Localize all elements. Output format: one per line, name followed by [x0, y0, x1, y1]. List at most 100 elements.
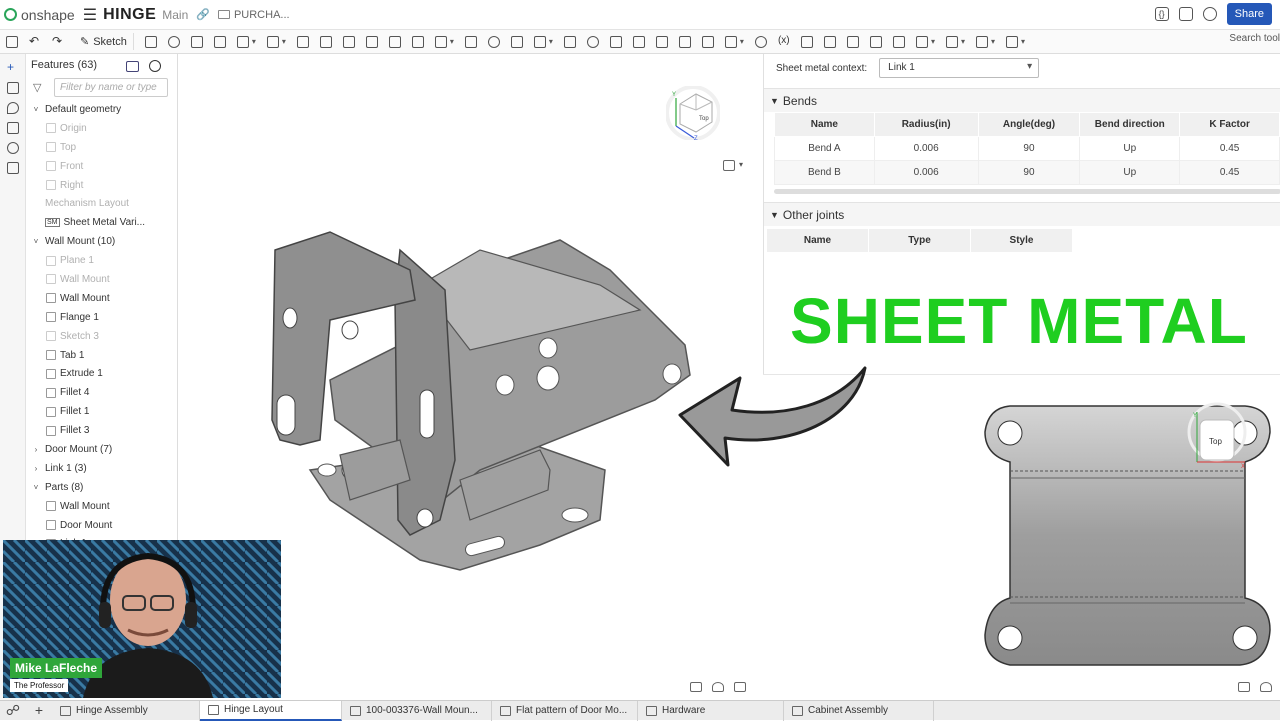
chamfer-icon[interactable]	[296, 35, 309, 48]
other-joints-section-header[interactable]: ▼ Other joints	[764, 202, 1280, 226]
feature-tree-item[interactable]: Wall Mount	[26, 289, 177, 308]
sweep-icon[interactable]	[190, 35, 203, 48]
render-mode-icon[interactable]	[1260, 682, 1272, 692]
undo-icon[interactable]: ↶	[29, 35, 41, 48]
share-button[interactable]: Share	[1226, 3, 1272, 25]
view-options-icon[interactable]	[723, 160, 735, 171]
feature-tree-item[interactable]: › Door Mount (7)	[26, 440, 177, 459]
feature-tree-item[interactable]: Wall Mount	[26, 497, 177, 516]
folder-label[interactable]: PURCHA...	[234, 9, 290, 21]
revolve-icon[interactable]	[167, 35, 180, 48]
filter-icon[interactable]: ▽	[33, 81, 48, 94]
extrude-icon[interactable]	[144, 35, 157, 48]
sheet-metal-context-select[interactable]: Link 1	[879, 58, 1040, 78]
flange-icon[interactable]	[846, 35, 859, 48]
feature-tree-item[interactable]: Tab 1	[26, 346, 177, 365]
flat-pattern-view[interactable]: Top Y X	[980, 400, 1280, 680]
joints-column-header[interactable]: Style	[970, 228, 1073, 253]
section-view-icon[interactable]	[1238, 682, 1250, 692]
document-tab[interactable]: Hinge Layout	[200, 700, 342, 721]
tab-icon[interactable]	[869, 35, 882, 48]
bends-column-header[interactable]: Bend direction	[1079, 112, 1181, 137]
chevron-down-icon[interactable]: ˅	[31, 105, 41, 114]
modify-fillet-icon[interactable]	[586, 35, 599, 48]
document-tab[interactable]: Cabinet Assembly	[784, 700, 934, 721]
globe-icon[interactable]	[1202, 7, 1217, 21]
document-tab[interactable]: 100-003376-Wall Moun...	[342, 700, 492, 721]
bend-cell[interactable]: 90	[977, 136, 1081, 161]
bend-cell[interactable]: 90	[977, 160, 1081, 185]
bends-column-header[interactable]: Name	[774, 112, 875, 137]
flat-pattern-icon[interactable]	[945, 35, 958, 48]
transform-icon[interactable]	[533, 35, 546, 48]
cylinder-icon[interactable]	[411, 35, 424, 48]
document-tab[interactable]: Hardware	[638, 700, 784, 721]
feature-tree-item[interactable]: SM Sheet Metal Vari...	[26, 213, 177, 232]
chevron-down-icon[interactable]: ▾	[1021, 37, 1025, 46]
add-feature-icon[interactable]: +	[7, 61, 19, 74]
chevron-down-icon[interactable]: ˅	[31, 483, 41, 492]
bend-cell[interactable]: 0.45	[1179, 136, 1280, 161]
corner-icon[interactable]	[892, 35, 905, 48]
bend-cell[interactable]: Bend B	[774, 160, 875, 185]
filter-input[interactable]: Filter by name or type	[54, 77, 168, 97]
sheet-metal-model-icon[interactable]	[823, 35, 836, 48]
feature-tree-item[interactable]: Wall Mount	[26, 270, 177, 289]
mate-connector-icon[interactable]	[701, 35, 714, 48]
pattern-icon[interactable]	[434, 35, 447, 48]
menu-icon[interactable]: ☰	[83, 5, 97, 25]
bends-section-header[interactable]: ▼ Bends	[764, 88, 1280, 112]
thicken-icon[interactable]	[236, 35, 249, 48]
feature-tree-item[interactable]: Plane 1	[26, 251, 177, 270]
derived-icon[interactable]	[800, 35, 813, 48]
section-view-icon[interactable]	[690, 682, 702, 692]
bend-cell[interactable]: Bend A	[774, 136, 875, 161]
bend-cell[interactable]: 0.006	[873, 160, 979, 185]
feature-tree-item[interactable]: Flange 1	[26, 308, 177, 327]
link-icon[interactable]: 🔗	[196, 8, 210, 21]
helix-icon[interactable]	[724, 35, 737, 48]
bends-column-header[interactable]: K Factor	[1179, 112, 1280, 137]
bends-column-header[interactable]: Angle(deg)	[977, 112, 1081, 137]
chevron-down-icon[interactable]: ▾	[739, 160, 743, 169]
view-cube[interactable]: Top Y Z	[666, 86, 720, 140]
redo-icon[interactable]: ↷	[52, 35, 64, 48]
chevron-down-icon[interactable]: ▾	[549, 37, 553, 46]
table-scrollbar[interactable]	[774, 189, 1280, 194]
offset-surface-icon[interactable]	[655, 35, 668, 48]
render-mode-icon[interactable]	[712, 682, 724, 692]
feature-tree-item[interactable]: ˅ Wall Mount (10)	[26, 232, 177, 251]
bend-cell[interactable]: 0.45	[1179, 160, 1280, 185]
bends-column-header[interactable]: Radius(in)	[873, 112, 979, 137]
bend-row[interactable]: Bend B 0.006 90 Up 0.45	[774, 160, 1280, 185]
feature-tree-item[interactable]: Fillet 4	[26, 383, 177, 402]
feature-tree-item[interactable]: Front	[26, 157, 177, 176]
feature-tree-item[interactable]: Mechanism Layout	[26, 194, 177, 213]
chevron-down-icon[interactable]: ▾	[252, 37, 256, 46]
feature-tree-item[interactable]: Sketch 3	[26, 327, 177, 346]
feature-tree-item[interactable]: Door Mount	[26, 516, 177, 535]
plane-icon[interactable]	[678, 35, 691, 48]
split-icon[interactable]	[510, 35, 523, 48]
variable-icon[interactable]: (x)	[778, 35, 790, 48]
search-tools[interactable]: Search tool	[1221, 33, 1280, 44]
chevron-right-icon[interactable]: ›	[31, 464, 41, 473]
move-face-icon[interactable]	[609, 35, 622, 48]
fs-icon[interactable]	[975, 35, 988, 48]
appearance-icon[interactable]	[7, 82, 19, 94]
loft-icon[interactable]	[213, 35, 226, 48]
measure-icon[interactable]	[754, 35, 767, 48]
onshape-logo[interactable]: onshape	[4, 7, 75, 23]
bend-cell[interactable]: Up	[1079, 136, 1181, 161]
chevron-down-icon[interactable]: ▾	[931, 37, 935, 46]
feature-tree-item[interactable]: Right	[26, 176, 177, 195]
feature-tree-item[interactable]: Top	[26, 138, 177, 157]
chevron-down-icon[interactable]: ˅	[31, 237, 41, 246]
add-tab-icon[interactable]: +	[26, 701, 52, 721]
feature-tree-item[interactable]: Extrude 1	[26, 364, 177, 383]
bend-relief-icon[interactable]	[915, 35, 928, 48]
hole-icon[interactable]	[388, 35, 401, 48]
shell-icon[interactable]	[365, 35, 378, 48]
chevron-down-icon[interactable]: ▾	[961, 37, 965, 46]
custom-feature-icon[interactable]	[1005, 35, 1018, 48]
